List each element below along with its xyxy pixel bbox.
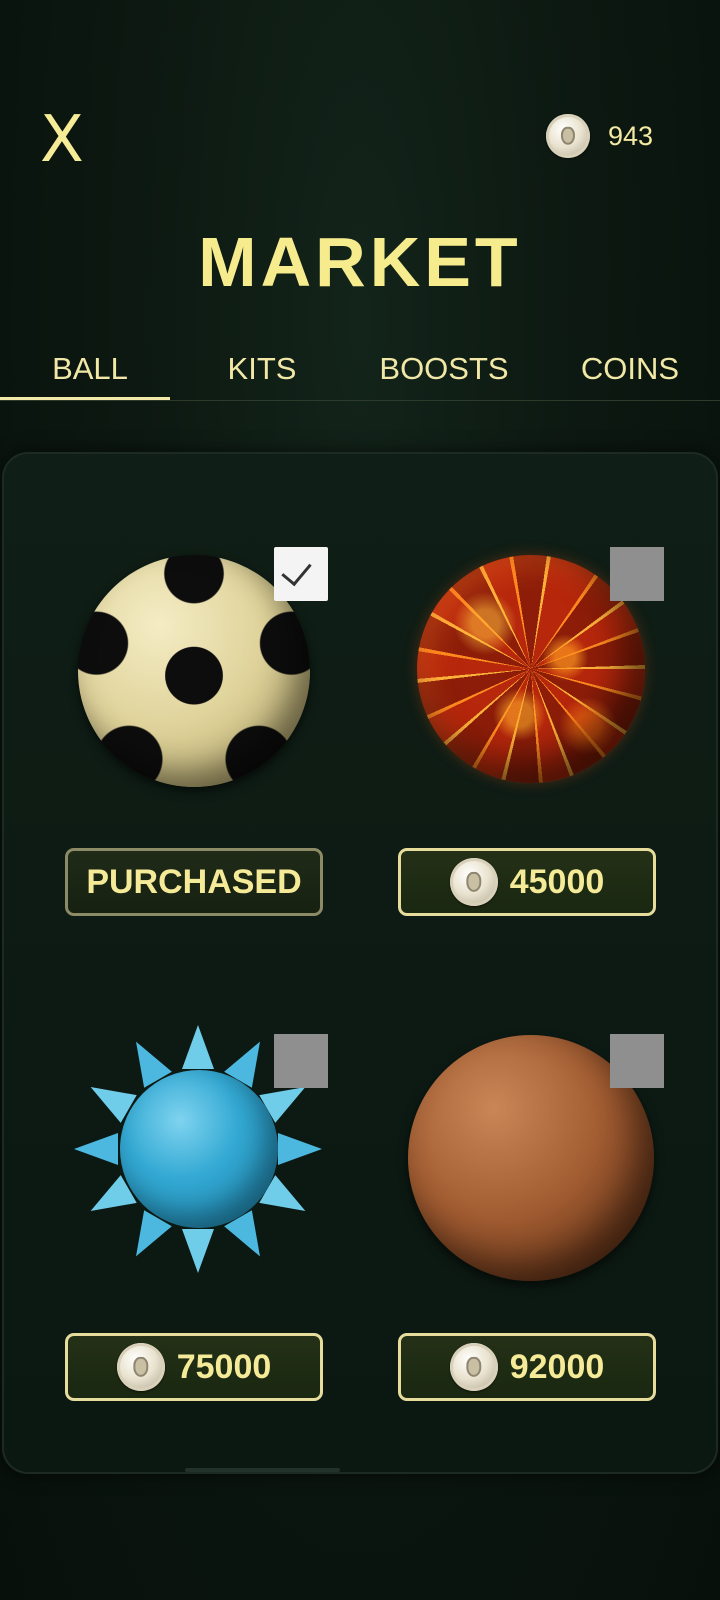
- spike-shape: [182, 1025, 214, 1069]
- clay-ball-buy-button[interactable]: 92000: [398, 1333, 656, 1401]
- spike-shape: [182, 1229, 214, 1273]
- close-button[interactable]: X: [40, 105, 90, 175]
- tab-boosts[interactable]: BOOSTS: [354, 338, 534, 398]
- tab-bar: BALL KITS BOOSTS COINS: [0, 338, 720, 401]
- tab-coins[interactable]: COINS: [540, 338, 720, 398]
- lava-ball-checkbox[interactable]: [610, 547, 664, 601]
- lava-ball-buy-button[interactable]: 45000: [398, 848, 656, 916]
- purchased-label: PURCHASED: [86, 862, 302, 901]
- price-label: 92000: [509, 1347, 605, 1386]
- coin-icon: [449, 858, 498, 906]
- page-title: MARKET: [198, 223, 522, 301]
- price-label: 75000: [176, 1347, 272, 1386]
- check-icon: [281, 554, 312, 587]
- coin-icon: [546, 114, 590, 158]
- clay-ball-checkbox[interactable]: [610, 1034, 664, 1088]
- spike-shape: [74, 1133, 118, 1165]
- coin-icon: [449, 1343, 498, 1391]
- spiky-ball-body: [120, 1070, 278, 1228]
- coin-icon: [116, 1343, 165, 1391]
- balance-value: 943: [608, 120, 654, 151]
- price-label: 45000: [509, 862, 605, 901]
- scroll-handle: [185, 1468, 340, 1472]
- spike-shape: [278, 1133, 322, 1165]
- spiky-ball-buy-button[interactable]: 75000: [65, 1333, 323, 1401]
- soccer-ball-purchased-button[interactable]: PURCHASED: [65, 848, 323, 916]
- soccer-ball-checkbox[interactable]: [274, 547, 328, 601]
- tab-ball[interactable]: BALL: [0, 338, 180, 400]
- spiky-ball-checkbox[interactable]: [274, 1034, 328, 1088]
- tab-kits[interactable]: KITS: [172, 338, 352, 398]
- coin-balance: 943: [546, 113, 653, 159]
